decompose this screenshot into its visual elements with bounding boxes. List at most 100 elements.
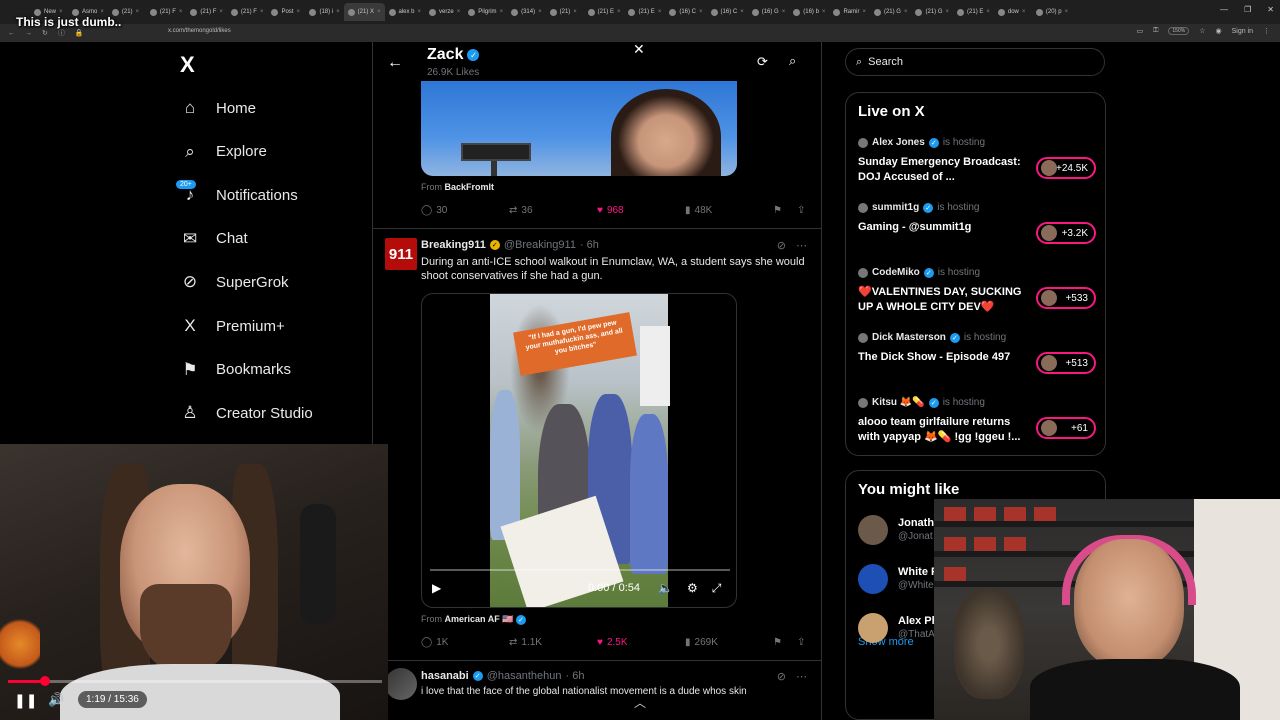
sidebar-item-creator-studio[interactable]: ♙ Creator Studio [180,398,312,428]
more-icon[interactable]: ⋯ [796,239,807,252]
chevron-up-icon[interactable]: ︿ [634,694,646,711]
browser-tab[interactable]: (16) C × [707,3,748,21]
player-progress-bar[interactable] [8,676,382,686]
tab-close-icon[interactable]: × [617,9,621,15]
grok-icon[interactable]: ⊘ [777,239,786,252]
volume-icon[interactable]: 🔊 [48,692,64,708]
host-name[interactable]: Kitsu 🦊💊 [872,397,925,408]
author-name[interactable]: hasanabi [421,670,469,682]
source-link[interactable]: BackFromIt [445,182,495,192]
x-logo[interactable]: X [180,52,195,78]
browser-tab[interactable]: (20) p × [1032,3,1072,21]
live-join-pill[interactable]: +24.5K [1036,157,1096,179]
avatar[interactable] [858,564,888,594]
settings-icon[interactable]: ⚙ [687,581,698,596]
tab-close-icon[interactable]: × [457,9,461,15]
browser-tab[interactable]: (16) b × [789,3,829,21]
host-avatar[interactable] [858,332,868,343]
minimize-icon[interactable]: — [1220,5,1228,14]
search-input[interactable]: ⌕ Search [845,48,1105,76]
browser-tab[interactable]: (21) E × [584,3,625,21]
search-icon[interactable]: ⌕ [789,53,796,69]
host-avatar[interactable] [858,397,868,408]
tab-close-icon[interactable]: × [946,9,950,15]
live-join-pill[interactable]: +3.2K [1036,222,1096,244]
like-button[interactable]: ♥ 968 [597,205,624,216]
host-name[interactable]: summit1g [872,202,919,213]
tab-close-icon[interactable]: × [336,9,340,15]
address-bar[interactable]: x.com/themongold/likes [168,28,231,34]
browser-tab[interactable]: (18) i × [305,3,343,21]
play-icon[interactable]: ▶ [432,581,441,595]
suggested-user-name[interactable]: Alex Ph [898,615,938,627]
browser-tab[interactable]: (21) X × [343,3,385,21]
close-icon[interactable]: ✕ [633,42,645,58]
tab-close-icon[interactable]: × [1065,9,1069,15]
live-space-title[interactable]: ❤️VALENTINES DAY, SUCKING UP A WHOLE CIT… [858,285,1024,315]
browser-tab[interactable]: (21) × [546,3,584,21]
live-join-pill[interactable]: +61 [1036,417,1096,439]
tab-close-icon[interactable]: × [822,9,826,15]
player-scrubber-handle[interactable] [40,676,51,686]
tab-close-icon[interactable]: × [219,9,223,15]
suggested-user-name[interactable]: White P [898,566,938,578]
star-icon[interactable]: ☆ [1199,27,1205,35]
browser-tab[interactable]: dow × [994,3,1032,21]
browser-tab[interactable]: Pilgrim × [464,3,507,21]
tab-close-icon[interactable]: × [136,9,140,15]
tab-close-icon[interactable]: × [658,9,662,15]
reply-button[interactable]: ◯ 30 [421,205,447,216]
avatar[interactable] [858,613,888,643]
live-join-pill[interactable]: +533 [1036,287,1096,309]
tab-close-icon[interactable]: × [782,9,786,15]
tab-close-icon[interactable]: × [986,9,990,15]
tab-close-icon[interactable]: × [179,9,183,15]
menu-icon[interactable]: ⋮ [1263,27,1270,35]
refresh-icon[interactable]: ⟳ [757,54,768,70]
tweet-video[interactable]: "If I had a gun, I'd pew pew your muthaf… [421,293,737,608]
reload-icon[interactable]: ↻ [42,29,48,37]
host-name[interactable]: Alex Jones [872,137,925,148]
author-name[interactable]: Breaking911 [421,239,486,251]
browser-tab[interactable]: (21) F × [186,3,227,21]
live-join-pill[interactable]: +513 [1036,352,1096,374]
repost-button[interactable]: ⇄ 1.1K [509,637,542,648]
views-button[interactable]: ▮ 48K [685,205,712,216]
sidebar-item-bookmarks[interactable]: ⚑ Bookmarks [180,355,291,385]
tab-close-icon[interactable]: × [862,9,866,15]
screen-icon[interactable]: ▭ [1136,27,1143,35]
browser-tab[interactable]: (314) × [507,3,546,21]
host-avatar[interactable] [858,137,868,148]
fullscreen-icon[interactable]: ⤢ [712,581,722,596]
author-handle[interactable]: @hasanthehun [487,670,562,682]
browser-tab[interactable]: (21) E × [624,3,665,21]
browser-tab[interactable]: Post × [267,3,305,21]
browser-tab[interactable]: (21) F × [146,3,187,21]
tab-close-icon[interactable]: × [573,9,577,15]
author-handle[interactable]: @Breaking911 [504,239,576,251]
tab-close-icon[interactable]: × [260,9,264,15]
tab-close-icon[interactable]: × [500,9,504,15]
browser-tab[interactable]: alex b × [385,3,426,21]
sidebar-item-home[interactable]: ⌂ Home [180,93,256,123]
browser-tab[interactable]: (21) G × [911,3,953,21]
pause-icon[interactable]: ❚❚ [14,692,37,709]
forward-icon[interactable]: → [25,30,32,37]
browser-tab[interactable]: Ramir × [829,3,870,21]
bookmark-button[interactable]: ⚑ [773,205,782,216]
tab-close-icon[interactable]: × [699,9,703,15]
browser-tab[interactable]: (21) G × [870,3,912,21]
avatar[interactable] [858,515,888,545]
close-window-icon[interactable]: ✕ [1267,5,1274,14]
tab-close-icon[interactable]: × [740,9,744,15]
views-button[interactable]: ▮ 269K [685,637,718,648]
source-link[interactable]: American AF 🇺🇸 [445,614,514,624]
maximize-icon[interactable]: ❐ [1244,5,1251,14]
browser-tab[interactable]: (16) C × [665,3,706,21]
live-space-title[interactable]: The Dick Show - Episode 497 [858,350,1024,365]
profile-icon[interactable]: ◉ [1215,27,1221,35]
grok-icon[interactable]: ⊘ [777,670,786,683]
avatar[interactable]: 911 [385,238,417,270]
tab-close-icon[interactable]: × [418,9,422,15]
host-avatar[interactable] [858,202,868,213]
